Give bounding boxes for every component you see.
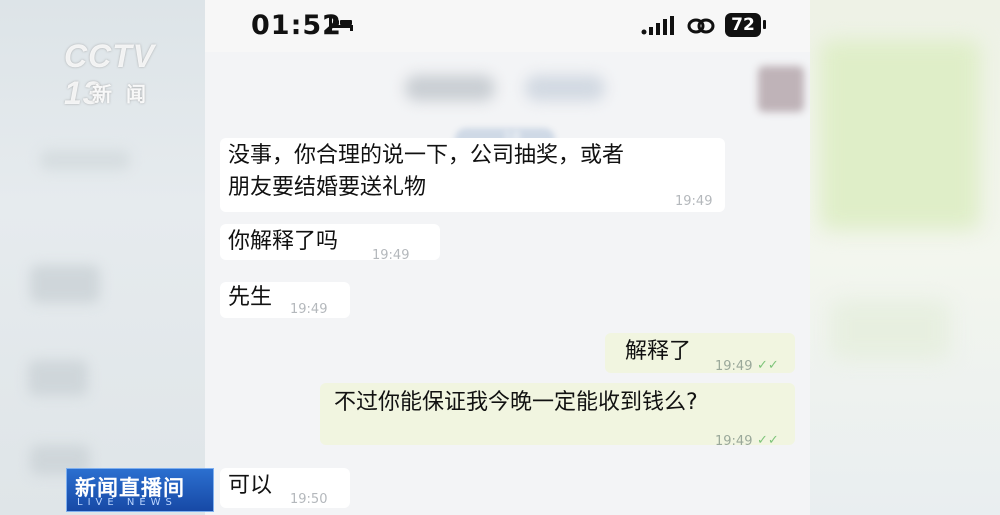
message-text: 你解释了吗 xyxy=(228,229,339,254)
status-bar: 01:52 72 xyxy=(205,0,810,52)
chat-header xyxy=(205,55,810,115)
channel-logo-sub: 新闻 xyxy=(92,82,160,106)
blurred-block xyxy=(830,300,950,360)
message-text: 先生 xyxy=(228,285,273,310)
battery-icon: 72 xyxy=(725,13,761,37)
message-bubble-outgoing[interactable]: 不过你能保证我今晚一定能收到钱么? 19:49 ✓✓ xyxy=(320,383,795,449)
live-news-sub: LIVE NEWS xyxy=(77,497,177,508)
blurred-block xyxy=(820,40,980,230)
channel-logo: CCTV 13 新闻 xyxy=(64,38,194,111)
blurred-block xyxy=(40,150,130,170)
battery-tip xyxy=(763,20,766,29)
message-bubble-incoming[interactable]: 可以 19:50 xyxy=(220,468,350,508)
message-bubble-outgoing[interactable]: 解释了 19:49 ✓✓ xyxy=(605,333,795,374)
message-time: 19:50 xyxy=(290,492,328,507)
read-check-icon: ✓✓ xyxy=(757,433,779,448)
message-time: 19:49 xyxy=(372,248,410,263)
bed-icon xyxy=(329,17,353,31)
message-text: 朋友要结婚要送礼物 xyxy=(228,175,427,200)
blurred-contact-name xyxy=(525,75,605,101)
message-bubble-incoming[interactable]: 你解释了吗 19:49 xyxy=(220,224,440,263)
message-text: 没事，你合理的说一下，公司抽奖，或者 xyxy=(228,143,625,168)
read-check-icon: ✓✓ xyxy=(757,358,779,373)
blurred-block xyxy=(28,360,88,396)
message-time: 19:49 xyxy=(715,359,753,374)
link-icon xyxy=(687,18,715,34)
live-news-badge: 新闻直播间 LIVE NEWS xyxy=(66,468,214,512)
avatar[interactable] xyxy=(758,66,804,112)
background-right-blurred xyxy=(810,0,1000,515)
blurred-contact-name xyxy=(405,75,495,101)
message-text: 可以 xyxy=(228,473,273,498)
message-time: 19:49 xyxy=(290,302,328,317)
message-time: 19:49 xyxy=(675,194,713,209)
phone-screen: 01:52 72 18 没事，你合理的说一下，公司抽奖，或者 xyxy=(205,0,810,515)
blurred-block xyxy=(30,265,100,303)
message-text: 解释了 xyxy=(625,339,692,364)
signal-icon xyxy=(641,16,674,35)
message-text: 不过你能保证我今晚一定能收到钱么? xyxy=(334,390,698,415)
message-bubble-incoming[interactable]: 没事，你合理的说一下，公司抽奖，或者 朋友要结婚要送礼物 19:49 xyxy=(220,138,725,212)
message-bubble-incoming[interactable]: 先生 19:49 xyxy=(220,282,350,318)
message-time: 19:49 xyxy=(715,434,753,449)
